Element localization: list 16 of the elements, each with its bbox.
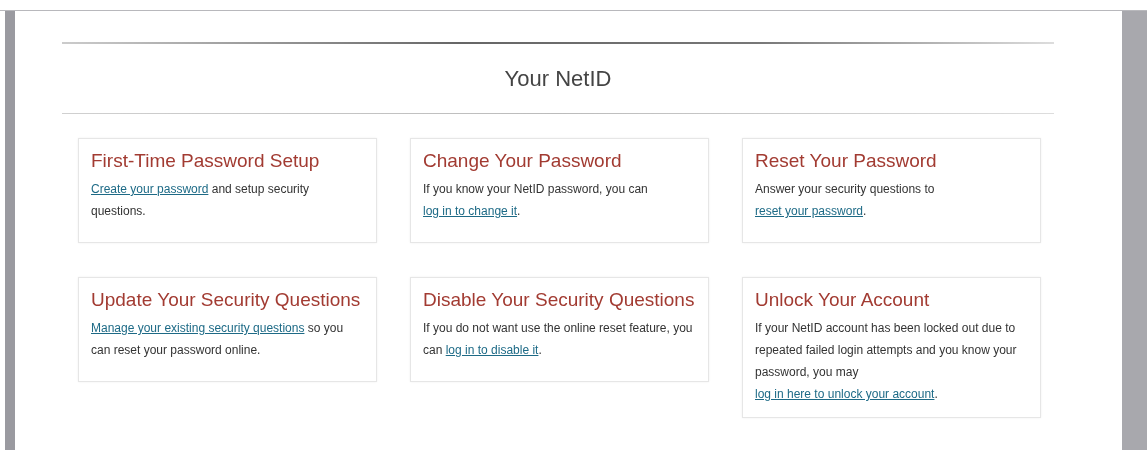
page-title: Your NetID <box>503 64 613 93</box>
text-link[interactable]: reset your password <box>755 204 864 218</box>
card-description: Answer your security questions to reset your password. <box>755 181 936 220</box>
card-description: Manage your existing security questions so you can reset your password online. <box>91 320 345 359</box>
card-title: Update Your Security Questions <box>91 289 362 311</box>
card-description: If you know your NetID password, you can log in to change it. <box>423 181 649 220</box>
card-title: Reset Your Password <box>755 150 938 172</box>
card-description: Create your password and setup security questions. <box>91 181 311 220</box>
card-title: Change Your Password <box>423 150 623 172</box>
card-title: Disable Your Security Questions <box>423 289 696 311</box>
card-description: If your NetID account has been locked out due to repeated failed login attempts and you know your password, you may log in here to unlock your account. <box>755 320 1018 403</box>
card-description: If you do not want use the online reset feature, you can log in to disable it. <box>423 320 694 359</box>
card-title: First-Time Password Setup <box>91 150 321 172</box>
text-link[interactable]: Create your password <box>91 182 209 196</box>
text-link[interactable]: Manage your existing security questions <box>91 321 305 335</box>
card-title: Unlock Your Account <box>755 289 931 311</box>
